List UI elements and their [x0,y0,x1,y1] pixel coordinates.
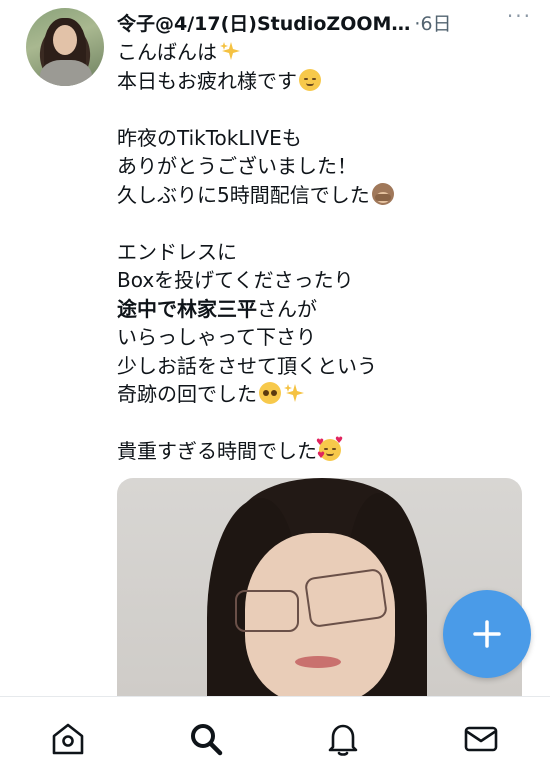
tab-home[interactable] [48,719,88,759]
tweet-line: 奇跡の回でした [117,380,537,409]
tweet-header: 令子@4/17(日)StudioZOOM… ·6日 [117,8,542,36]
tweet-line: こんばんは [117,38,537,67]
avatar[interactable] [26,8,104,86]
home-icon [52,723,84,755]
tweet-line: 久しぶりに5時間配信でした [117,181,537,210]
author-name[interactable]: 令子@4/17(日)StudioZOOM… [117,9,410,36]
search-icon [191,724,223,756]
sparkles-icon [219,40,241,62]
tweet[interactable]: 令子@4/17(日)StudioZOOM… ·6日 ··· こんばんは 本日もお… [0,0,550,696]
tweet-line: ありがとうございました！ [117,154,357,178]
tweet-line: いらっしゃって下さり [117,325,316,349]
tab-notifications[interactable] [323,719,363,759]
tweet-line: 昨夜のTikTokLIVEも [117,125,302,150]
sparkles-icon [283,382,305,404]
mail-icon [464,726,498,752]
tweet-line: 本日もお疲れ様です [117,67,537,96]
tab-search[interactable] [186,719,226,759]
plus-icon [473,620,501,648]
bottom-tab-bar [0,696,550,781]
tweet-line: エンドレスに [117,239,237,264]
speak-no-evil-monkey-icon [371,182,394,205]
bell-icon [328,724,358,756]
tweet-time[interactable]: ·6日 [414,9,451,36]
compose-tweet-button[interactable] [443,590,531,678]
tweet-line: 少しお話をさせて頂くという [117,353,377,378]
tab-messages[interactable] [461,719,501,759]
pleading-face-icon [259,382,281,404]
smiling-face-with-hearts-icon: ♥ ♥ ♥ [316,436,344,461]
tweet-line: Boxを投げてくださったり [117,268,354,292]
more-options-icon[interactable]: ··· [507,4,532,28]
relieved-face-icon [299,68,321,91]
tweet-line: 途中で林家三平さんが [117,296,317,321]
tweet-text: こんばんは 本日もお疲れ様です 昨夜のTikTokLIVEも ありがとうございま… [117,38,537,466]
tweet-line: 貴重すぎる時間でした ♥ ♥ ♥ [117,436,344,464]
